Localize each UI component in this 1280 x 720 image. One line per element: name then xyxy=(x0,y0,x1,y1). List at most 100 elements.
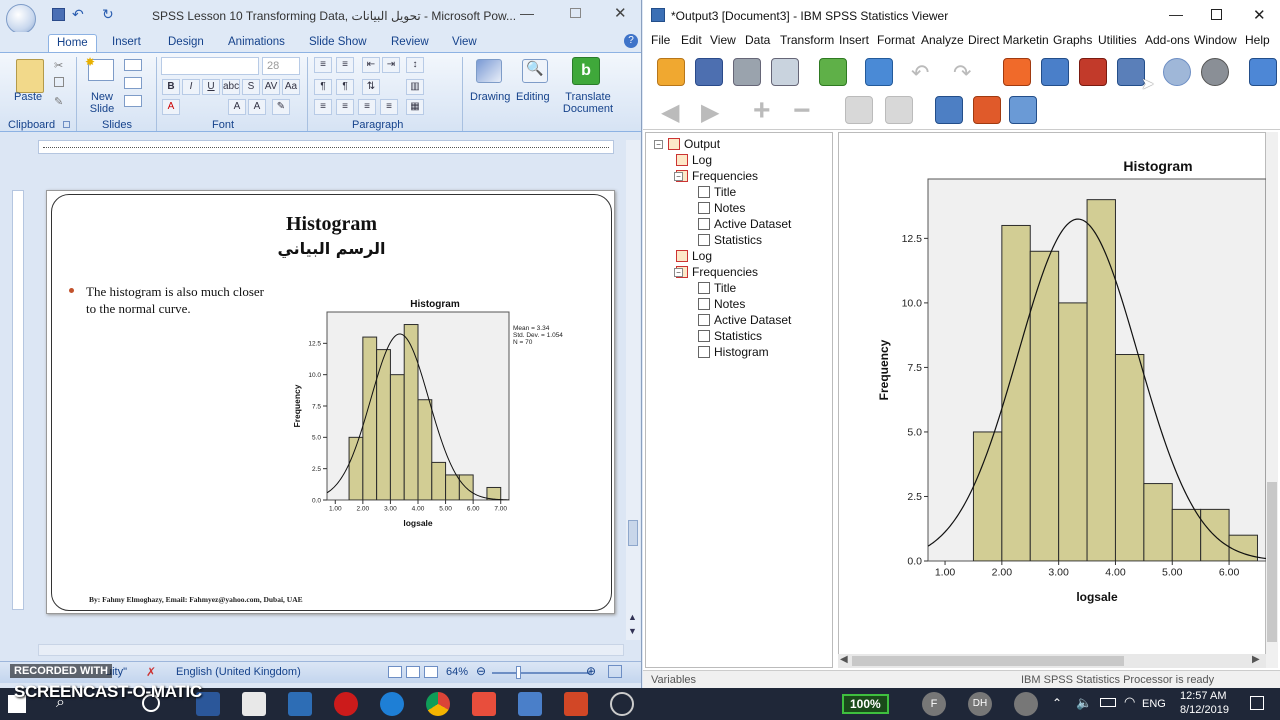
outline-item[interactable]: Active Dataset xyxy=(698,216,791,232)
collapse-toggle-icon[interactable]: − xyxy=(654,140,663,149)
translate-document-button[interactable]: Translate Document xyxy=(560,91,616,115)
taskbar-calendar-icon[interactable] xyxy=(288,692,312,716)
outline-item[interactable]: Active Dataset xyxy=(698,312,791,328)
help-icon[interactable]: ? xyxy=(624,34,638,48)
vscroll-thumb[interactable] xyxy=(1267,482,1277,642)
collapse-toggle-icon[interactable]: − xyxy=(674,172,683,181)
minimize-button[interactable]: — xyxy=(520,5,534,21)
battery-indicator[interactable]: 100% xyxy=(842,694,889,714)
taskbar-spss-icon[interactable] xyxy=(518,692,542,716)
show-all-icon[interactable] xyxy=(1163,58,1191,86)
hscroll-left-icon[interactable]: ◀ xyxy=(840,654,848,665)
script-icon[interactable] xyxy=(1249,58,1277,86)
content-vertical-scrollbar[interactable] xyxy=(1266,132,1278,668)
battery-icon[interactable] xyxy=(1100,698,1116,707)
zoom-out-icon[interactable]: ⊖ xyxy=(476,664,486,678)
normal-view-icon[interactable] xyxy=(388,666,402,678)
promote-icon[interactable]: ◀ xyxy=(661,98,679,127)
outline-item[interactable]: Statistics xyxy=(698,328,762,344)
export-icon[interactable] xyxy=(819,58,847,86)
paste-button[interactable]: Paste xyxy=(14,91,42,103)
menu-file[interactable]: File xyxy=(651,33,670,47)
spss-close-button[interactable]: ✕ xyxy=(1253,6,1266,24)
menu-format[interactable]: Format xyxy=(877,33,915,47)
paste-icon[interactable] xyxy=(16,59,44,93)
spss-minimize-button[interactable]: — xyxy=(1169,6,1183,22)
notifications-icon[interactable] xyxy=(1250,696,1264,710)
text-direction-button[interactable]: ⇅ xyxy=(362,79,380,95)
outline-item[interactable]: Frequencies xyxy=(676,264,758,280)
outline-item[interactable]: Statistics xyxy=(698,232,762,248)
menu-analyze[interactable]: Analyze xyxy=(921,33,964,47)
align-right-button[interactable]: ≡ xyxy=(358,99,376,115)
copy-icon[interactable] xyxy=(54,77,64,87)
menu-graphs[interactable]: Graphs xyxy=(1053,33,1092,47)
cut-icon[interactable]: ✂ xyxy=(54,59,63,72)
tab-view[interactable]: View xyxy=(444,34,485,52)
strikethrough-button[interactable]: abc xyxy=(222,79,240,95)
variables-icon[interactable] xyxy=(1079,58,1107,86)
maximize-button[interactable] xyxy=(570,8,581,18)
outline-item[interactable]: Title xyxy=(698,280,736,296)
underline-button[interactable]: U xyxy=(202,79,220,95)
layout-icon[interactable] xyxy=(124,59,142,71)
show-icon[interactable] xyxy=(845,96,873,124)
hide-icon[interactable] xyxy=(1201,58,1229,86)
editing-icon[interactable]: 🔍 xyxy=(522,59,548,83)
tab-design[interactable]: Design xyxy=(160,34,212,52)
outline-item[interactable]: Notes xyxy=(698,296,745,312)
outline-item[interactable]: Log xyxy=(676,152,712,168)
bold-button[interactable]: B xyxy=(162,79,180,95)
editing-button[interactable]: Editing xyxy=(516,91,550,103)
volume-icon[interactable]: 🔈 xyxy=(1076,695,1092,711)
outline-item[interactable]: Frequencies xyxy=(676,168,758,184)
collapse-toggle-icon[interactable]: − xyxy=(674,268,683,277)
line-spacing-button[interactable]: ↕ xyxy=(406,57,424,73)
taskbar-powerpoint-icon[interactable] xyxy=(564,692,588,716)
undo-icon[interactable]: ↶ xyxy=(911,60,929,86)
drawing-button[interactable]: Drawing xyxy=(470,91,510,103)
reset-icon[interactable] xyxy=(124,77,142,89)
collapse-icon[interactable]: − xyxy=(793,94,811,128)
char-spacing-button[interactable]: AV xyxy=(262,79,280,95)
close-button[interactable]: ✕ xyxy=(614,4,627,22)
zoom-level[interactable]: 64% xyxy=(446,666,468,678)
print-preview-icon[interactable] xyxy=(771,58,799,86)
taskbar-opera-icon[interactable] xyxy=(334,692,358,716)
zoom-slider-thumb[interactable] xyxy=(516,666,521,679)
goto-case-icon[interactable] xyxy=(1041,58,1069,86)
hscroll-right-icon[interactable]: ▶ xyxy=(1252,654,1260,665)
slide[interactable]: Histogram الرسم البياني The histogram is… xyxy=(46,190,615,614)
bullet-text[interactable]: The histogram is also much closer to the… xyxy=(86,283,266,317)
menu-direct-marketing[interactable]: Direct Marketing xyxy=(968,33,1048,47)
menu-edit[interactable]: Edit xyxy=(681,33,702,47)
taskbar-file-icon[interactable] xyxy=(242,692,266,716)
outline-item[interactable]: Title xyxy=(698,184,736,200)
slide-title[interactable]: Histogram xyxy=(47,213,616,236)
align-left-button[interactable]: ≡ xyxy=(314,99,332,115)
hscroll-thumb[interactable] xyxy=(852,656,1124,666)
smartart-button[interactable]: ▦ xyxy=(406,99,424,115)
office-button[interactable] xyxy=(6,4,36,34)
outline-item[interactable]: Notes xyxy=(698,200,745,216)
prev-slide-icon[interactable]: ▲ xyxy=(628,612,637,622)
tab-home[interactable]: Home xyxy=(48,34,97,52)
save-icon[interactable] xyxy=(695,58,723,86)
justify-button[interactable]: ≡ xyxy=(380,99,398,115)
slide-subtitle[interactable]: الرسم البياني xyxy=(47,239,616,258)
zoom-slider[interactable] xyxy=(492,672,590,674)
tab-slide-show[interactable]: Slide Show xyxy=(301,34,375,52)
undo-icon[interactable]: ↶ xyxy=(72,6,84,23)
open-folder-icon[interactable] xyxy=(657,58,685,86)
shrink-font-button[interactable]: A xyxy=(248,99,266,115)
slide-histogram-chart[interactable]: 0.0 2.5 5.0 7.5 10.0 12.5 1.00 2.00 3.00 4.00 5.00… xyxy=(287,291,577,536)
ltr-button[interactable]: ¶ xyxy=(336,79,354,95)
font-size-select[interactable]: 28 xyxy=(262,57,300,75)
content-horizontal-scrollbar[interactable]: ◀ ▶ xyxy=(838,654,1266,668)
output-outline-pane[interactable]: Output − Log Frequencies − Title Notes Active D… xyxy=(645,132,833,668)
bullets-button[interactable]: ≡ xyxy=(314,57,332,73)
menu-utilities[interactable]: Utilities xyxy=(1098,33,1137,47)
clock-time[interactable]: 12:57 AM xyxy=(1180,690,1226,702)
italic-button[interactable]: I xyxy=(182,79,200,95)
recall-dialog-icon[interactable] xyxy=(865,58,893,86)
